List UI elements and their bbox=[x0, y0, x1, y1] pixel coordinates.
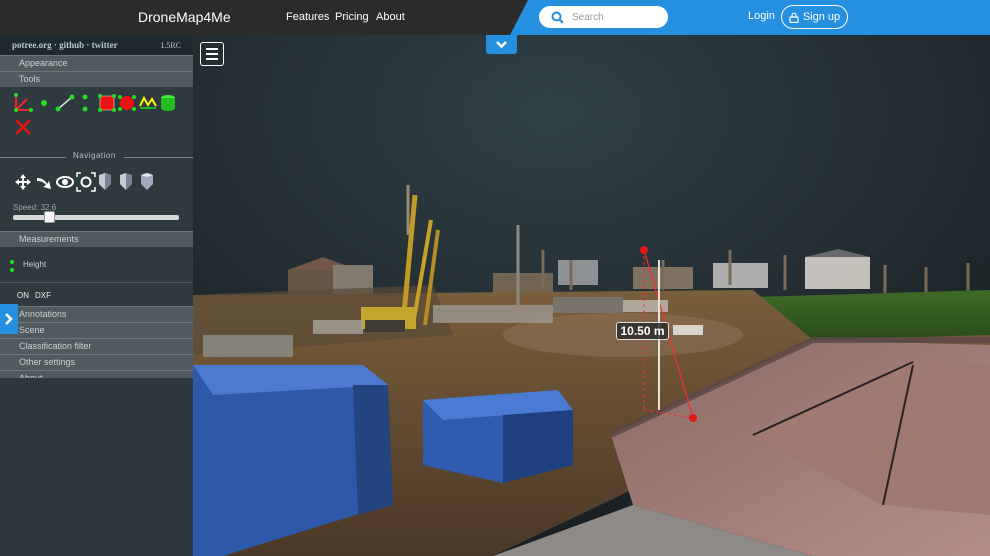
chevron-right-icon bbox=[5, 313, 13, 325]
measure-start-point bbox=[640, 246, 648, 254]
brand-logo[interactable]: DroneMap4Me bbox=[138, 9, 231, 25]
login-link[interactable]: Login bbox=[748, 10, 775, 22]
focus-camera-icon[interactable] bbox=[76, 172, 96, 192]
search-input[interactable] bbox=[572, 9, 660, 25]
sidebar-links[interactable]: potree.org · github · twitter bbox=[12, 40, 118, 50]
section-classification-filter[interactable]: Classification filter bbox=[0, 338, 193, 354]
version-label: 1.5RC bbox=[160, 40, 181, 50]
navigation-heading: Navigation bbox=[73, 151, 116, 160]
menu-toggle-button[interactable] bbox=[200, 42, 224, 66]
export-bar: ON DXF bbox=[0, 282, 193, 306]
measurements-list: Height bbox=[0, 247, 193, 282]
clip-volume-icon[interactable] bbox=[159, 93, 177, 113]
export-json-button[interactable]: ON bbox=[17, 291, 29, 300]
earth-controls-icon[interactable] bbox=[14, 173, 32, 191]
height-item-icon bbox=[10, 260, 14, 272]
top-view-icon[interactable] bbox=[139, 172, 155, 192]
chevron-down-icon bbox=[496, 41, 507, 49]
point-measure-icon[interactable] bbox=[38, 95, 50, 111]
tools-panel bbox=[0, 87, 193, 147]
volume-measure-icon[interactable] bbox=[117, 93, 137, 113]
measure-end-point bbox=[689, 414, 697, 422]
remove-all-icon[interactable] bbox=[13, 117, 33, 137]
profile-tool-icon[interactable] bbox=[138, 94, 158, 112]
speed-slider-handle[interactable] bbox=[44, 211, 55, 223]
distance-measure-icon[interactable] bbox=[55, 93, 75, 113]
section-measurements[interactable]: Measurements bbox=[0, 231, 193, 247]
speed-slider[interactable] bbox=[13, 211, 179, 223]
section-other-settings[interactable]: Other settings bbox=[0, 354, 193, 370]
front-view-icon[interactable] bbox=[118, 172, 134, 192]
top-navbar: DroneMap4Me Features Pricing About Login… bbox=[0, 0, 990, 35]
fly-controls-icon[interactable] bbox=[35, 173, 55, 191]
section-annotations[interactable]: Annotations bbox=[0, 306, 193, 322]
signup-button[interactable]: Sign up bbox=[781, 5, 848, 29]
sidebar-toggle-tab[interactable] bbox=[0, 304, 18, 334]
signup-label: Sign up bbox=[802, 11, 841, 23]
measurement-item-height[interactable]: Height bbox=[23, 260, 46, 269]
height-measurement-label: 10.50 m bbox=[616, 322, 669, 340]
collapse-header-tab[interactable] bbox=[486, 35, 517, 54]
height-measure-icon[interactable] bbox=[78, 93, 92, 113]
section-scene[interactable]: Scene bbox=[0, 322, 193, 338]
section-tools[interactable]: Tools bbox=[0, 71, 193, 87]
angle-measure-icon[interactable] bbox=[13, 93, 33, 113]
section-appearance[interactable]: Appearance bbox=[0, 55, 193, 71]
search-icon bbox=[551, 11, 564, 24]
point-cloud-scene bbox=[193, 35, 990, 556]
nav-features-link[interactable]: Features bbox=[286, 11, 329, 23]
navigation-divider: Navigation bbox=[0, 147, 193, 167]
export-dxf-button[interactable]: DXF bbox=[35, 291, 51, 300]
potree-sidebar: potree.org · github · twitter 1.5RC Appe… bbox=[0, 35, 193, 556]
orbit-controls-icon[interactable] bbox=[55, 173, 75, 191]
sidebar-header: potree.org · github · twitter 1.5RC bbox=[0, 35, 193, 55]
sidebar-empty-area bbox=[0, 378, 193, 556]
nav-about-link[interactable]: About bbox=[376, 11, 405, 23]
navigation-tools bbox=[0, 167, 193, 195]
nav-pricing-link[interactable]: Pricing bbox=[335, 11, 369, 23]
point-cloud-viewer[interactable]: 10.50 m bbox=[193, 35, 990, 556]
area-measure-icon[interactable] bbox=[97, 93, 117, 113]
lock-icon bbox=[789, 12, 799, 23]
left-view-icon[interactable] bbox=[97, 172, 113, 192]
search-box[interactable] bbox=[539, 6, 668, 28]
